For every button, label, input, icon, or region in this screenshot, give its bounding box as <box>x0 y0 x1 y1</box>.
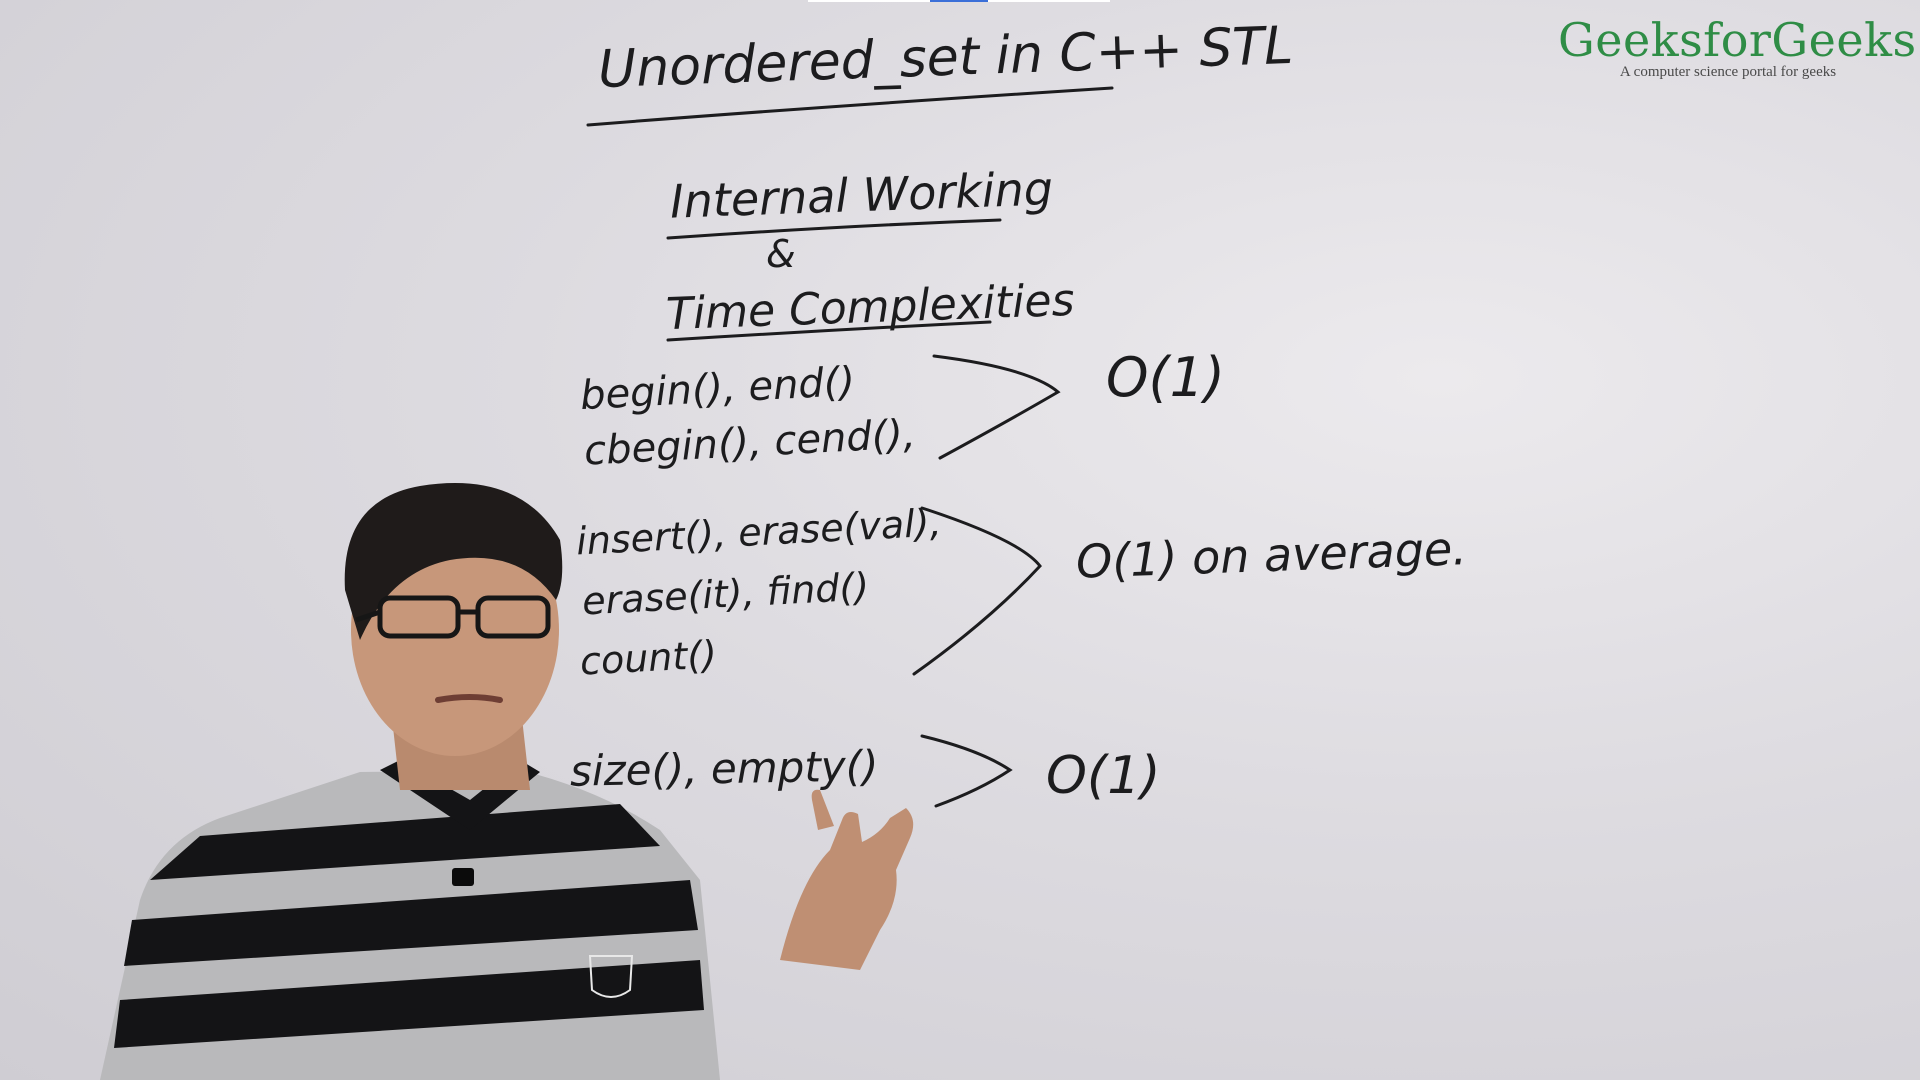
video-progress-fill <box>930 0 988 2</box>
presenter <box>100 483 914 1080</box>
group1-line1: begin(), end() <box>578 358 857 420</box>
group2-line1: insert(), erase(val), <box>575 500 943 564</box>
board-title: Unordered_set in C++ STL <box>597 15 1295 101</box>
channel-logo: GeeksforGeeks A computer science portal … <box>1558 13 1917 81</box>
presenter-hand <box>780 789 914 970</box>
group1-complexity: O(1) <box>1106 346 1225 409</box>
group1-line2: cbegin(), cend(), <box>583 411 917 475</box>
board-subtitle-line1: Internal Working <box>669 161 1054 229</box>
logo-name: GeeksforGeeks <box>1558 13 1917 67</box>
group2-line3: count() <box>578 632 718 684</box>
shirt-crest <box>588 955 634 998</box>
brace-group1 <box>932 354 1061 460</box>
group2-line2: erase(it), find() <box>581 564 871 624</box>
whiteboard-strokes <box>586 86 1114 808</box>
group3-complexity: O(1) <box>1046 746 1161 806</box>
group2-complexity: O(1) on average. <box>1075 521 1468 589</box>
group3-line1: size(), empty() <box>569 741 879 796</box>
board-subtitle-line2: Time Complexities <box>665 274 1076 341</box>
presenter-shirt <box>100 760 720 1080</box>
board-subtitle-amp: & <box>766 232 796 276</box>
video-frame: GeeksforGeeks A computer science portal … <box>0 0 1920 1080</box>
brace-group3 <box>920 734 1013 808</box>
